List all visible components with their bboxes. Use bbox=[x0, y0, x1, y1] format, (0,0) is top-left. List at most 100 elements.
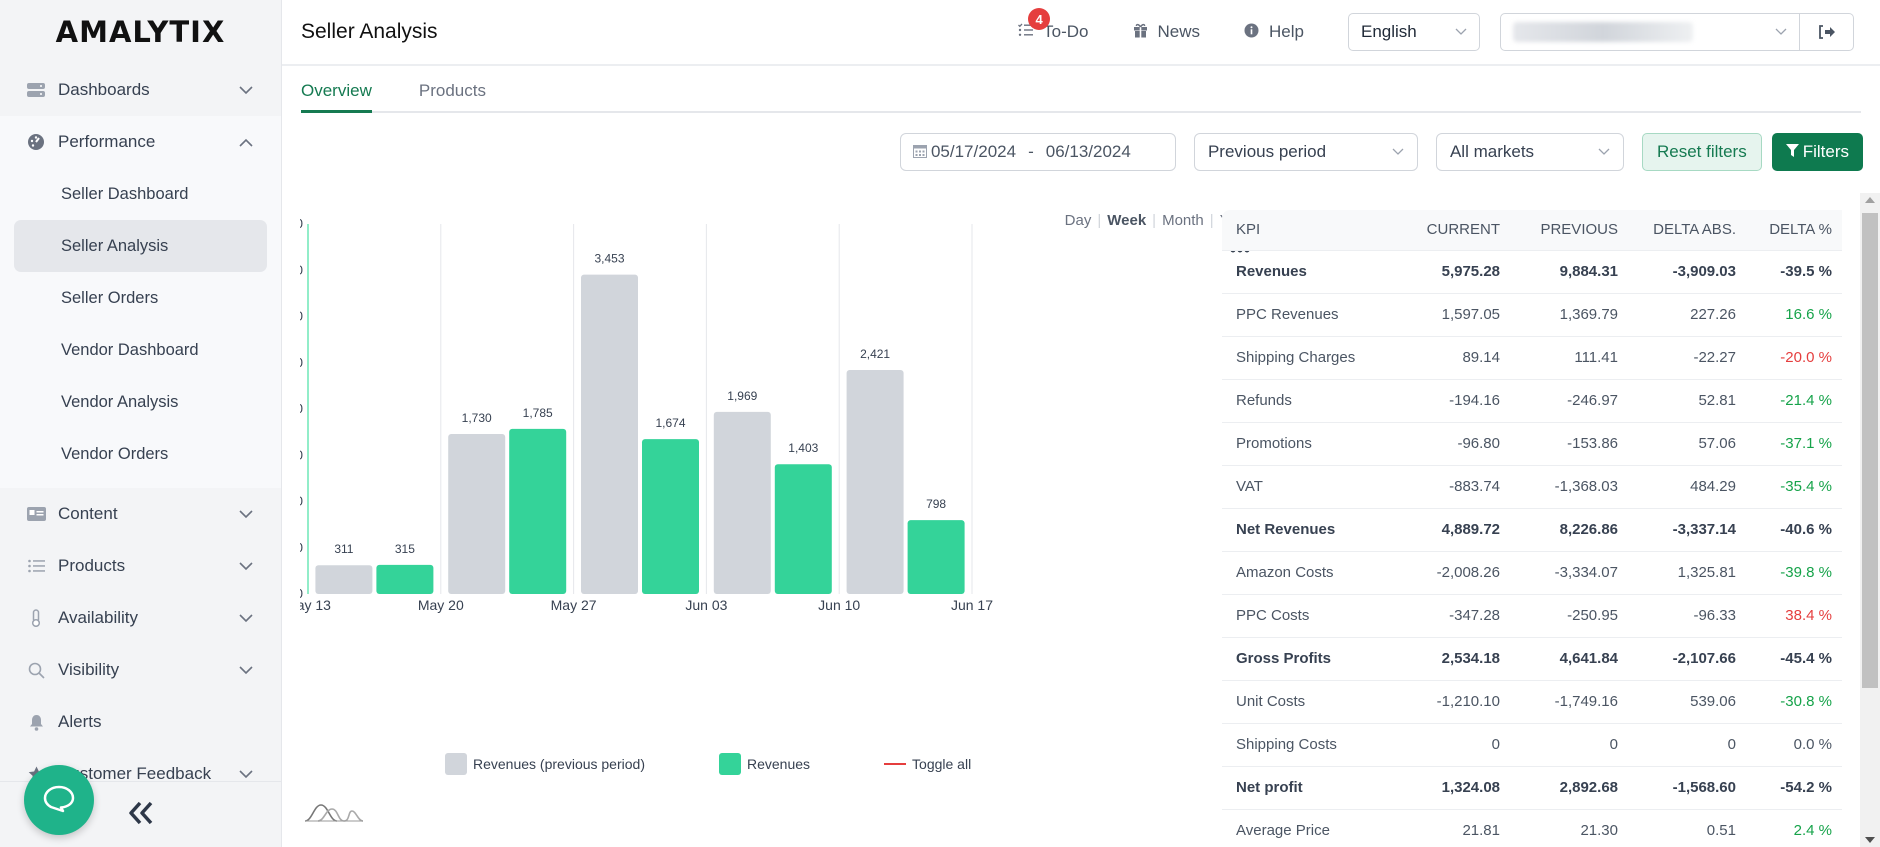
search-icon bbox=[26, 660, 46, 680]
kpi-row[interactable]: Net Revenues 4,889.72 8,226.86 -3,337.14 -40… bbox=[1222, 508, 1842, 552]
kpi-row[interactable]: PPC Costs -347.28 -250.95 -96.33 38.4 % bbox=[1222, 594, 1842, 638]
kpi-row[interactable]: Refunds -194.16 -246.97 52.81 -21.4 % bbox=[1222, 379, 1842, 423]
sidebar-item-products[interactable]: Products bbox=[0, 540, 281, 592]
id-card-icon bbox=[26, 504, 46, 524]
logo[interactable]: AMALYTIX bbox=[0, 0, 281, 64]
sidebar-item-content[interactable]: Content bbox=[0, 488, 281, 540]
sidebar-item-alerts[interactable]: Alerts bbox=[0, 696, 281, 748]
sidebar-item-seller-orders[interactable]: Seller Orders bbox=[14, 272, 267, 324]
tab-overview[interactable]: Overview bbox=[301, 81, 372, 113]
bar-revenues bbox=[642, 439, 699, 594]
bar-previous-period bbox=[448, 433, 506, 594]
sidebar-item-dashboards[interactable]: Dashboards bbox=[0, 64, 281, 116]
chevron-up-icon bbox=[237, 138, 255, 147]
kpi-row[interactable]: Revenues 5,975.28 9,884.31 -3,909.03 -39.5 % bbox=[1222, 250, 1842, 294]
date-separator: - bbox=[1028, 142, 1034, 161]
legend-item-revenues[interactable]: Revenues bbox=[718, 753, 811, 775]
filters-button[interactable]: Filters bbox=[1771, 133, 1863, 171]
sidebar-item-vendor-analysis[interactable]: Vendor Analysis bbox=[14, 376, 267, 428]
kpi-cell-delta-pct: -20.0 % bbox=[1746, 336, 1842, 380]
sidebar-item-visibility[interactable]: Visibility bbox=[0, 644, 281, 696]
chevron-down-icon bbox=[237, 509, 255, 519]
kpi-scrollbar[interactable] bbox=[1860, 193, 1880, 847]
x-tick-label: Jun 03 bbox=[685, 597, 727, 613]
filter-icon bbox=[1785, 144, 1799, 160]
bar-revenues bbox=[376, 564, 434, 594]
bar-data-label: 2,421 bbox=[860, 347, 890, 361]
sidebar-item-label: Performance bbox=[58, 132, 156, 151]
column-header-delta-abs[interactable]: DELTA ABS. bbox=[1628, 210, 1746, 251]
y-tick-label: 2,000 bbox=[300, 401, 303, 416]
todo-link[interactable]: 4 To-Do bbox=[1018, 8, 1089, 42]
chevron-down-icon bbox=[237, 613, 255, 623]
kpi-cell-delta-pct: -21.4 % bbox=[1746, 379, 1842, 423]
bar-data-label: 1,785 bbox=[523, 406, 553, 420]
reset-filters-button[interactable]: Reset filters bbox=[1641, 133, 1762, 171]
kpi-cell-delta-abs: -3,909.03 bbox=[1628, 250, 1746, 294]
todo-count-badge: 4 bbox=[1028, 8, 1051, 30]
account-select[interactable] bbox=[1500, 13, 1800, 51]
main-content: Seller Analysis 4 To-Do News Help Englis… bbox=[282, 0, 1880, 847]
kpi-cell-current: 2,534.18 bbox=[1392, 637, 1510, 681]
kpi-cell-kpi: Net profit bbox=[1222, 766, 1392, 810]
kpi-row[interactable]: PPC Revenues 1,597.05 1,369.79 227.26 16.6 % bbox=[1222, 293, 1842, 337]
chevron-down-icon bbox=[1775, 26, 1787, 38]
kpi-row[interactable]: Promotions -96.80 -153.86 57.06 -37.1 % bbox=[1222, 422, 1842, 466]
sidebar-item-performance[interactable]: Performance bbox=[0, 116, 281, 168]
bar-previous-period bbox=[713, 411, 771, 594]
kpi-cell-kpi: Gross Profits bbox=[1222, 637, 1392, 681]
calendar-icon bbox=[912, 144, 927, 161]
legend-label: Revenues bbox=[746, 756, 811, 772]
kpi-cell-delta-abs: -1,568.60 bbox=[1628, 766, 1746, 810]
kpi-row[interactable]: Average Price 21.81 21.30 0.51 2.4 % bbox=[1222, 809, 1842, 847]
info-icon bbox=[1244, 23, 1259, 42]
kpi-row[interactable]: Shipping Costs 0 0 0 0.0 % bbox=[1222, 723, 1842, 767]
kpi-cell-previous: -1,749.16 bbox=[1510, 680, 1628, 724]
markets-select[interactable]: All markets bbox=[1435, 133, 1624, 171]
chevron-down-icon bbox=[1392, 146, 1404, 158]
tab-products[interactable]: Products bbox=[419, 81, 486, 111]
language-select[interactable]: English bbox=[1348, 13, 1480, 51]
kpi-cell-current: 89.14 bbox=[1392, 336, 1510, 380]
bar-previous-period bbox=[315, 565, 373, 594]
chart-overview-toggle[interactable] bbox=[304, 803, 364, 828]
comparison-period-select[interactable]: Previous period bbox=[1193, 133, 1418, 171]
bar-data-label: 1,969 bbox=[727, 389, 757, 403]
kpi-cell-delta-abs: -22.27 bbox=[1628, 336, 1746, 380]
column-header-current[interactable]: CURRENT bbox=[1392, 210, 1510, 251]
sidebar-item-vendor-dashboard[interactable]: Vendor Dashboard bbox=[14, 324, 267, 376]
sidebar-item-seller-dashboard[interactable]: Seller Dashboard bbox=[14, 168, 267, 220]
kpi-row[interactable]: VAT -883.74 -1,368.03 484.29 -35.4 % bbox=[1222, 465, 1842, 509]
sidebar-item-availability[interactable]: Availability bbox=[0, 592, 281, 644]
bar-data-label: 798 bbox=[926, 497, 946, 511]
column-header-delta-pct[interactable]: DELTA % bbox=[1746, 210, 1842, 251]
date-range-picker[interactable]: 05/17/2024 - 06/13/2024 bbox=[899, 133, 1176, 171]
kpi-cell-previous: -250.95 bbox=[1510, 594, 1628, 638]
chevron-down-icon bbox=[237, 665, 255, 675]
legend-item-previous[interactable]: Revenues (previous period) bbox=[445, 753, 645, 775]
logout-button[interactable] bbox=[1800, 13, 1854, 51]
scroll-up-arrow-icon[interactable] bbox=[1865, 197, 1875, 203]
kpi-row[interactable]: Shipping Charges 89.14 111.41 -22.27 -20.0 % bbox=[1222, 336, 1842, 380]
scrollbar-thumb[interactable] bbox=[1862, 213, 1878, 688]
kpi-row[interactable]: Net profit 1,324.08 2,892.68 -1,568.60 -54.2… bbox=[1222, 766, 1842, 810]
kpi-row[interactable]: Amazon Costs -2,008.26 -3,334.07 1,325.81 -3… bbox=[1222, 551, 1842, 595]
kpi-cell-kpi: PPC Costs bbox=[1222, 594, 1392, 638]
sidebar-item-label: Availability bbox=[58, 608, 139, 627]
kpi-row[interactable]: Gross Profits 2,534.18 4,641.84 -2,107.66 -4… bbox=[1222, 637, 1842, 681]
kpi-row[interactable]: Unit Costs -1,210.10 -1,749.16 539.06 -30.8 … bbox=[1222, 680, 1842, 724]
scroll-down-arrow-icon[interactable] bbox=[1865, 837, 1875, 843]
y-tick-label: 1,000 bbox=[300, 494, 303, 509]
collapse-sidebar-button[interactable] bbox=[127, 795, 155, 834]
sidebar-item-seller-analysis[interactable]: Seller Analysis bbox=[14, 220, 267, 272]
help-link[interactable]: Help bbox=[1244, 22, 1304, 42]
curve-chart-icon bbox=[304, 804, 364, 822]
column-header-kpi[interactable]: KPI bbox=[1222, 210, 1392, 251]
legend-toggle-all[interactable]: Toggle all bbox=[884, 756, 971, 772]
chat-button[interactable] bbox=[24, 765, 94, 835]
kpi-cell-current: -1,210.10 bbox=[1392, 680, 1510, 724]
column-header-previous[interactable]: PREVIOUS bbox=[1510, 210, 1628, 251]
sidebar-item-vendor-orders[interactable]: Vendor Orders bbox=[14, 428, 267, 480]
sidebar-item-label: Visibility bbox=[58, 660, 120, 679]
news-link[interactable]: News bbox=[1133, 22, 1200, 42]
